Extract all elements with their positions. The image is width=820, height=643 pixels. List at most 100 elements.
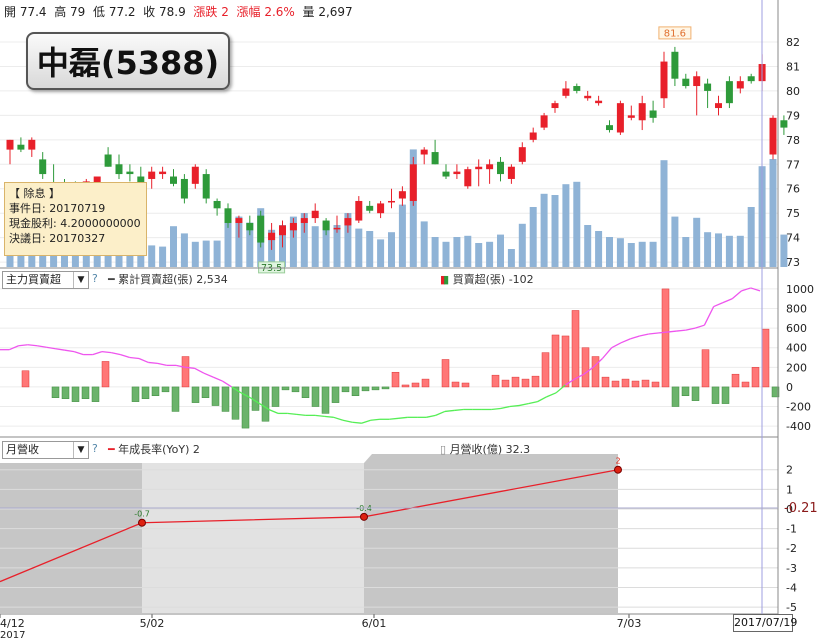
revenue-bar-may (142, 463, 364, 613)
candle-body (213, 200, 221, 209)
flow-bar (361, 386, 370, 392)
info-event-date: 事件日: 20170719 (9, 202, 106, 215)
candle-body (180, 178, 188, 199)
candle-body (17, 144, 25, 150)
yoy-tick-label: 1 (786, 483, 793, 496)
candle-body (366, 205, 374, 211)
volume-bar (616, 238, 624, 267)
flow-bar (191, 386, 200, 403)
volume-bar (551, 195, 559, 267)
flow-bar (611, 380, 620, 388)
yoy-tick-label: -2 (786, 542, 797, 555)
help-icon[interactable]: ? (92, 272, 98, 285)
candle-body (704, 83, 712, 91)
candle-body (475, 166, 483, 170)
flow-bar (271, 386, 280, 407)
volume-value: 2,697 (318, 5, 353, 19)
candle-body (573, 86, 581, 91)
price-tick-label: 81 (786, 60, 800, 73)
flow-bar (351, 386, 360, 397)
candle-body (769, 117, 777, 155)
price-tick-label: 78 (786, 134, 800, 147)
chevron-down-icon[interactable]: ▼ (73, 442, 88, 458)
flow-bar (591, 356, 600, 388)
volume-bar (682, 237, 690, 267)
flow-legend-bar: ▮▮ 買賣超(張) -102 (440, 273, 534, 286)
flow-bar (61, 386, 70, 399)
revenue-bar-apr (0, 463, 142, 613)
candle-body (257, 215, 265, 243)
flow-bar (101, 361, 110, 388)
yoy-point (360, 512, 368, 521)
price-tick-label: 76 (786, 183, 800, 196)
candle-body (649, 110, 657, 118)
low-value: 77.2 (108, 5, 136, 19)
candle-body (627, 115, 635, 118)
help-icon[interactable]: ? (92, 442, 98, 455)
chevron-down-icon[interactable]: ▼ (73, 272, 88, 288)
flow-tick-label: 800 (786, 303, 807, 316)
flow-bar (741, 381, 750, 388)
candle-body (616, 103, 624, 133)
flow-bar (241, 386, 250, 429)
flow-tick-label: 200 (786, 361, 807, 374)
high-value: 79 (70, 5, 86, 19)
candle-body (39, 159, 47, 175)
flow-bar (341, 386, 350, 393)
volume-bar (518, 223, 526, 267)
price-tick-label: 80 (786, 85, 800, 98)
change-value: 2 (221, 5, 229, 19)
volume-bar (202, 240, 210, 267)
open-label: 開 (4, 5, 17, 19)
flow-bar (671, 386, 680, 407)
open-value: 77.4 (19, 5, 47, 19)
candle-body (736, 81, 744, 89)
current-date-box: 2017/07/19 (733, 614, 797, 632)
candle-body (584, 95, 592, 99)
candle-body (747, 76, 755, 82)
volume-bar (693, 217, 701, 267)
candle-body (224, 208, 232, 223)
candle-body (148, 171, 156, 179)
flow-bar (181, 356, 190, 388)
volume-label: 量 (302, 5, 315, 19)
volume-bar (638, 241, 646, 267)
flow-legend-bar-text: 買賣超(張) -102 (452, 273, 534, 286)
volume-bar (311, 226, 319, 267)
flow-bar (81, 386, 90, 399)
volume-bar (486, 241, 494, 267)
volume-bar (191, 241, 199, 267)
x-tick-label: 5/02 (140, 617, 165, 630)
candle-body (562, 88, 570, 96)
flow-bar (621, 378, 630, 388)
volume-bar (377, 239, 385, 267)
flow-bar (561, 335, 570, 388)
volume-bar (497, 234, 504, 267)
volume-bar (180, 233, 188, 267)
flow-tick-label: 600 (786, 322, 807, 335)
candle-body (268, 232, 276, 241)
volume-bar (431, 237, 439, 267)
x-year-label: 2017 (0, 630, 25, 639)
flow-bar (461, 382, 470, 388)
flow-bar (71, 386, 80, 402)
high-annotation: 81.6 (664, 28, 686, 39)
price-tick-label: 82 (786, 36, 800, 49)
yoy-legend: ━ 年成長率(YoY) 2 (108, 443, 200, 456)
chart-stage: 81.6 73.5 -0.7 -0.4 2 73 74 75 76 77 78 79 80 81 82-… (0, 0, 820, 641)
volume-bar (725, 235, 733, 267)
flow-bar (511, 376, 520, 388)
volume-bar (442, 241, 450, 267)
yoy-legend-text: 年成長率(YoY) 2 (118, 443, 200, 456)
volume-bar (747, 207, 755, 267)
indicator-selector-revenue[interactable]: 月營收 ▼ (2, 441, 89, 459)
flow-bar (701, 349, 710, 388)
indicator-selector-flow[interactable]: 主力買賣超 ▼ (2, 271, 89, 289)
price-tick-label: 73 (786, 256, 800, 269)
candle-body (420, 149, 428, 155)
yoy-tick-label: -5 (786, 601, 797, 614)
candle-body (725, 81, 733, 104)
volume-bar (529, 207, 537, 267)
price-tick-label: 79 (786, 109, 800, 122)
candle-body (170, 176, 177, 184)
